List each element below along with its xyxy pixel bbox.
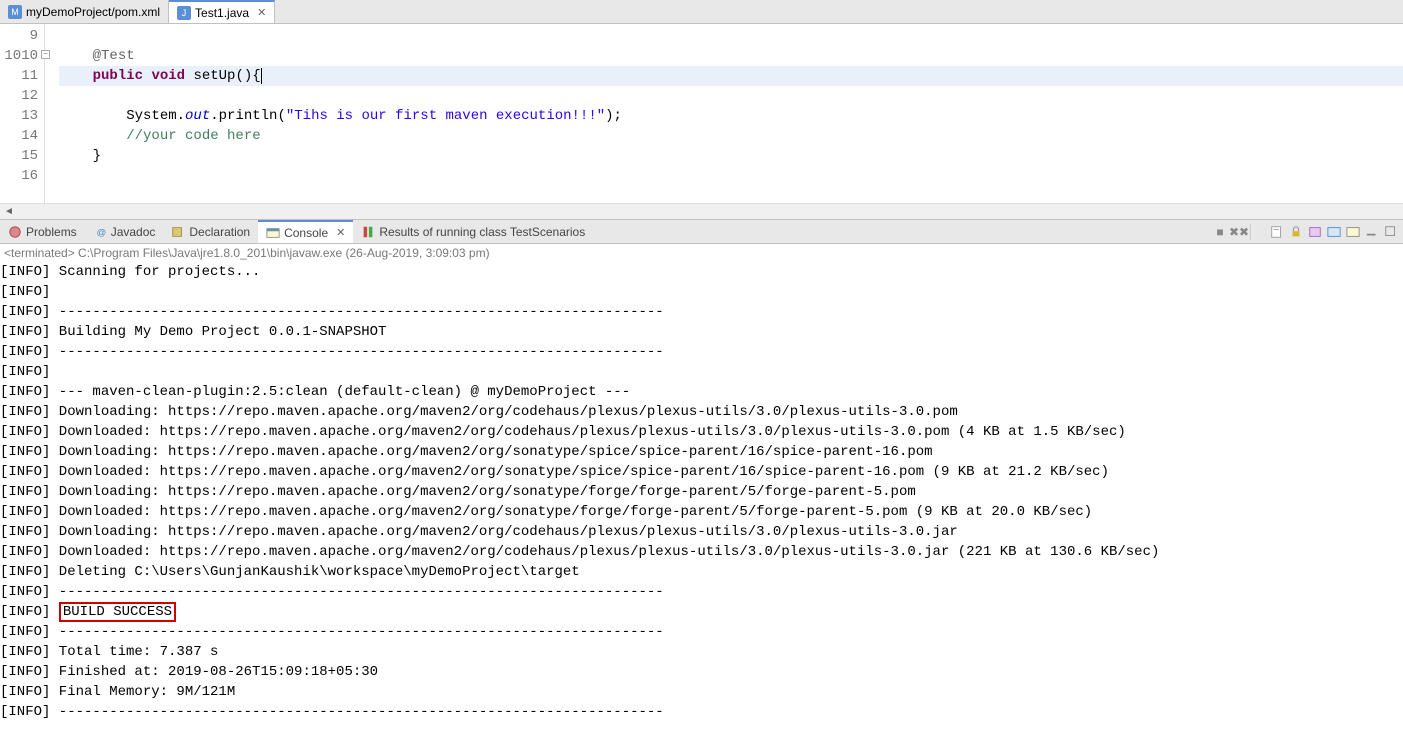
line-number: 13: [0, 106, 38, 126]
tab-results[interactable]: Results of running class TestScenarios: [353, 220, 593, 243]
javadoc-icon: @: [93, 225, 107, 239]
console-line: [INFO] Downloaded: https://repo.maven.ap…: [0, 462, 1403, 482]
remove-launch-icon[interactable]: ✖✖: [1231, 224, 1247, 240]
minimize-icon[interactable]: [1364, 224, 1380, 240]
code-line[interactable]: public void setUp(){: [59, 66, 1403, 86]
terminate-icon[interactable]: ■: [1212, 224, 1228, 240]
scroll-left-icon[interactable]: ◄: [2, 205, 16, 219]
console-line: [INFO] Total time: 7.387 s: [0, 642, 1403, 662]
console-line: [INFO] Scanning for projects...: [0, 262, 1403, 282]
console-icon: [266, 226, 280, 240]
editor-tab-test1[interactable]: J Test1.java ✕: [169, 0, 275, 23]
console-line: [INFO] Building My Demo Project 0.0.1-SN…: [0, 322, 1403, 342]
console-line: [INFO]: [0, 362, 1403, 382]
line-number: 1010−: [0, 46, 38, 66]
problems-icon: [8, 225, 22, 239]
view-label: Results of running class TestScenarios: [379, 225, 585, 239]
view-label: Declaration: [189, 225, 250, 239]
close-icon[interactable]: ✕: [336, 226, 345, 239]
console-line: [INFO] Downloaded: https://repo.maven.ap…: [0, 502, 1403, 522]
line-gutter: 91010−111213141516: [0, 24, 45, 203]
view-label: Problems: [26, 225, 77, 239]
code-line[interactable]: [59, 166, 1403, 186]
line-number: 15: [0, 146, 38, 166]
tab-declaration[interactable]: Declaration: [163, 220, 258, 243]
code-editor[interactable]: 91010−111213141516 @Test public void set…: [0, 24, 1403, 203]
code-line[interactable]: @Test: [59, 46, 1403, 66]
console-toolbar: ■ ✖✖: [1212, 224, 1403, 240]
build-success-highlight: BUILD SUCCESS: [59, 602, 176, 622]
bottom-panel: Problems @ Javadoc Declaration Console ✕…: [0, 220, 1403, 739]
console-line: [INFO] --- maven-clean-plugin:2.5:clean …: [0, 382, 1403, 402]
console-line: [INFO] ---------------------------------…: [0, 342, 1403, 362]
console-line: [INFO] Downloading: https://repo.maven.a…: [0, 442, 1403, 462]
console-output[interactable]: [INFO] Scanning for projects...[INFO][IN…: [0, 262, 1403, 739]
console-line: [INFO] Downloaded: https://repo.maven.ap…: [0, 422, 1403, 442]
view-label: Javadoc: [111, 225, 156, 239]
console-line: [INFO] Downloading: https://repo.maven.a…: [0, 482, 1403, 502]
console-line: [INFO] ---------------------------------…: [0, 622, 1403, 642]
pin-console-icon[interactable]: [1307, 224, 1323, 240]
line-number: 9: [0, 26, 38, 46]
view-label: Console: [284, 226, 328, 240]
code-line[interactable]: //your code here: [59, 126, 1403, 146]
console-line: [INFO] Downloading: https://repo.maven.a…: [0, 402, 1403, 422]
results-icon: [361, 225, 375, 239]
console-line: [INFO] Downloading: https://repo.maven.a…: [0, 522, 1403, 542]
clear-console-icon[interactable]: [1269, 224, 1285, 240]
line-number: 14: [0, 126, 38, 146]
view-tab-bar: Problems @ Javadoc Declaration Console ✕…: [0, 220, 1403, 244]
console-line: [INFO] BUILD SUCCESS: [0, 602, 1403, 622]
console-line: [INFO] Downloaded: https://repo.maven.ap…: [0, 542, 1403, 562]
console-line: [INFO] ---------------------------------…: [0, 582, 1403, 602]
remove-all-icon[interactable]: [1250, 224, 1266, 240]
console-line: [INFO] Final Memory: 9M/121M: [0, 682, 1403, 702]
xml-file-icon: M: [8, 5, 22, 19]
close-icon[interactable]: ✕: [257, 6, 266, 19]
console-line: [INFO]: [0, 282, 1403, 302]
editor-tab-pom[interactable]: M myDemoProject/pom.xml: [0, 0, 169, 23]
code-line[interactable]: [59, 26, 1403, 46]
console-line: [INFO] ---------------------------------…: [0, 702, 1403, 722]
console-line: [INFO] Deleting C:\Users\GunjanKaushik\w…: [0, 562, 1403, 582]
declaration-icon: [171, 225, 185, 239]
java-file-icon: J: [177, 6, 191, 20]
tab-label: Test1.java: [195, 6, 249, 20]
scroll-lock-icon[interactable]: [1288, 224, 1304, 240]
maximize-icon[interactable]: [1383, 224, 1399, 240]
display-console-icon[interactable]: [1326, 224, 1342, 240]
console-line: [INFO] ---------------------------------…: [0, 302, 1403, 322]
console-line: [INFO] Finished at: 2019-08-26T15:09:18+…: [0, 662, 1403, 682]
code-content[interactable]: @Test public void setUp(){ System.out.pr…: [45, 24, 1403, 203]
horizontal-scrollbar[interactable]: ◄: [0, 203, 1403, 219]
editor-tab-bar: M myDemoProject/pom.xml J Test1.java ✕: [0, 0, 1403, 24]
code-line[interactable]: System.out.println("Tihs is our first ma…: [59, 106, 1403, 126]
fold-toggle-icon[interactable]: −: [41, 50, 50, 59]
svg-text:@: @: [96, 227, 106, 238]
tab-javadoc[interactable]: @ Javadoc: [85, 220, 164, 243]
tab-label: myDemoProject/pom.xml: [26, 5, 160, 19]
line-number: 16: [0, 166, 38, 186]
line-number: 11: [0, 66, 38, 86]
launch-status: <terminated> C:\Program Files\Java\jre1.…: [0, 244, 1403, 262]
code-line[interactable]: [59, 86, 1403, 106]
open-console-icon[interactable]: [1345, 224, 1361, 240]
line-number: 12: [0, 86, 38, 106]
editor-area: M myDemoProject/pom.xml J Test1.java ✕ 9…: [0, 0, 1403, 220]
tab-console[interactable]: Console ✕: [258, 220, 353, 243]
code-line[interactable]: }: [59, 146, 1403, 166]
tab-problems[interactable]: Problems: [0, 220, 85, 243]
